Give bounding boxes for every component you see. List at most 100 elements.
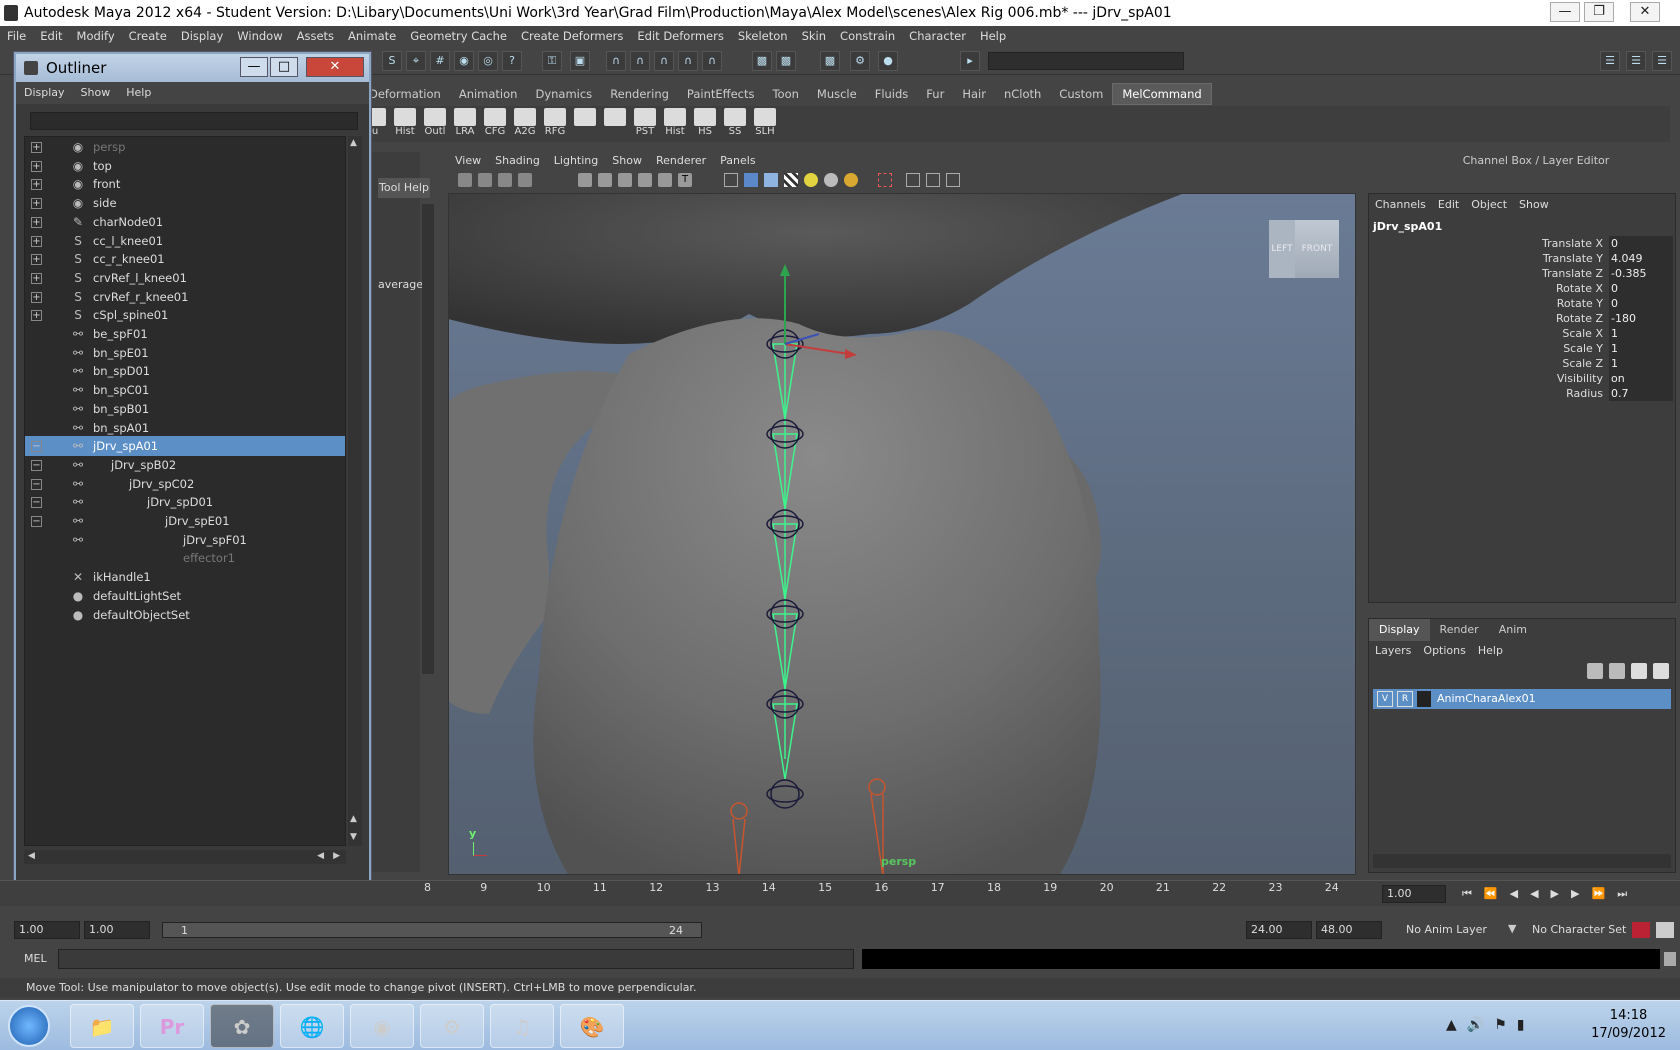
snap-live-icon[interactable]: ◎ [478,51,498,71]
layer-menu-options[interactable]: Options [1417,644,1471,657]
snap-grid-icon[interactable]: # [430,51,450,71]
chrome-taskbar-icon[interactable]: ◉ [350,1004,414,1048]
channel-menu-object[interactable]: Object [1465,198,1513,211]
shelf-button-5[interactable]: A2G [510,106,540,140]
channel-row[interactable]: Translate Y 4.049 [1369,251,1675,267]
outliner-item[interactable]: ⚯ be_spF01 [25,324,345,344]
expand-plus-icon[interactable]: + [31,272,42,284]
layer-tab-display[interactable]: Display [1369,619,1430,641]
start-time-field[interactable]: 1.00 [14,921,80,939]
channel-value[interactable]: 1 [1609,356,1673,371]
channel-menu-channels[interactable]: Channels [1369,198,1432,211]
step-back-key-icon[interactable]: ◀ [1510,887,1530,900]
outliner-item[interactable]: − ⚯ jDrv_spD01 [25,492,345,512]
outliner-item[interactable]: ⚯ bn_spD01 [25,361,345,381]
menu-create-deformers[interactable]: Create Deformers [514,26,630,47]
menu-skin[interactable]: Skin [795,26,833,47]
channel-value[interactable]: 0 [1609,296,1673,311]
snap-curve-icon[interactable]: S [382,51,402,71]
outliner-item[interactable]: + ◉ persp [25,137,345,157]
layer-menu-layers[interactable]: Layers [1369,644,1417,657]
anim-layer-dropdown[interactable]: No Anim Layer [1406,923,1487,936]
step-forward-icon[interactable]: ⏩ [1591,887,1617,900]
ipr-render-icon[interactable]: ▩ [820,51,840,71]
layer-row[interactable]: V R AnimCharaAlex01 [1373,689,1671,709]
channel-row[interactable]: Visibility on [1369,371,1675,387]
minimize-button[interactable]: — [1550,2,1580,22]
channel-row[interactable]: Scale X 1 [1369,326,1675,342]
scroll-down-icon[interactable]: ▼ [350,832,357,842]
channel-row[interactable]: Translate X 0 [1369,236,1675,252]
expand-plus-icon[interactable]: + [31,235,42,247]
3d-viewport[interactable]: LEFT FRONT y persp [448,193,1356,875]
shelf-tab-hair[interactable]: Hair [953,84,995,104]
layer-move-up-icon[interactable] [1631,663,1647,679]
camera-select-icon[interactable] [458,173,472,187]
shelf-tab-fur[interactable]: Fur [917,84,953,104]
shelf-button-4[interactable]: CFG [480,106,510,140]
step-forward-key-icon[interactable]: ▶ [1571,887,1591,900]
shelf-tab-toon[interactable]: Toon [763,84,807,104]
character-set-dropdown[interactable]: No Character Set [1532,923,1626,936]
shelf-button-8[interactable] [600,106,630,140]
menu-assets[interactable]: Assets [290,26,341,47]
layer-visibility-toggle[interactable]: V [1377,691,1393,707]
new-layer-icon[interactable] [1587,663,1603,679]
range-slider[interactable]: 1 24 [162,922,702,938]
xray-joints-icon[interactable] [926,173,940,187]
menu-display[interactable]: Display [174,26,230,47]
expand-plus-icon[interactable]: + [31,291,42,303]
close-button[interactable]: ✕ [1630,2,1660,22]
magnet4-icon[interactable]: ∩ [678,51,698,71]
tool-help-button[interactable]: Tool Help [378,178,430,198]
maximize-button[interactable]: ❐ [1584,2,1614,22]
all-lights-icon[interactable] [824,173,838,187]
itunes-taskbar-icon[interactable]: ♫ [490,1004,554,1048]
network-icon[interactable]: ▮ [1517,1017,1535,1033]
bookmark-icon[interactable] [498,173,512,187]
field-chart-icon[interactable] [658,173,672,187]
collapse-minus-icon[interactable]: − [31,459,42,471]
view-cube-left-face[interactable]: LEFT [1269,220,1295,278]
scroll-up-icon-2[interactable]: ▲ [350,814,357,824]
shadows-icon[interactable] [844,173,858,187]
expand-plus-icon[interactable]: + [31,198,42,210]
channel-menu-edit[interactable]: Edit [1432,198,1465,211]
layer-reference-toggle[interactable]: R [1397,691,1413,707]
channel-value[interactable]: 0.7 [1609,386,1673,401]
channel-row[interactable]: Rotate Y 0 [1369,296,1675,312]
menu-edit[interactable]: Edit [33,26,69,47]
shelf-tab-deformation[interactable]: Deformation [360,84,450,104]
history-icon[interactable]: ▣ [570,51,590,71]
camera-attr-icon[interactable] [478,173,492,187]
viewport-menu-view[interactable]: View [448,152,488,170]
resolution-gate-icon[interactable] [618,173,632,187]
menu-constrain[interactable]: Constrain [833,26,902,47]
layer-name[interactable]: AnimCharaAlex01 [1437,689,1536,709]
channel-value[interactable]: on [1609,371,1673,386]
render-view-icon[interactable]: ▩ [776,51,796,71]
outliner-item[interactable]: − ⚯ jDrv_spC02 [25,474,345,494]
start-button[interactable] [8,1005,50,1047]
outliner-item[interactable]: ● defaultObjectSet [25,605,345,625]
shelf-button-6[interactable]: RFG [540,106,570,140]
menu-help[interactable]: Help [973,26,1013,47]
go-to-end-icon[interactable]: ⏭ [1617,887,1639,900]
expand-plus-icon[interactable]: + [31,310,42,322]
isolate-select-icon[interactable] [878,173,892,187]
mel-input[interactable] [58,949,854,969]
collapse-minus-icon[interactable]: − [31,441,42,453]
outliner-item[interactable]: + ScrvRef_l_knee01 [25,268,345,288]
expand-plus-icon[interactable]: + [31,142,42,153]
go-to-start-icon[interactable]: ⏮ [1462,887,1484,900]
shelf-button-9[interactable]: PST [630,106,660,140]
shelf-tab-melcommand[interactable]: MelCommand [1112,83,1212,105]
outliner-maximize-button[interactable]: □ [270,57,298,77]
menu-character[interactable]: Character [902,26,973,47]
menu-skeleton[interactable]: Skeleton [731,26,795,47]
collapse-minus-icon[interactable]: − [31,478,42,490]
outliner-item[interactable]: + ✎ charNode01 [25,212,345,232]
view-cube[interactable]: LEFT FRONT [1269,220,1339,278]
shelf-tab-rendering[interactable]: Rendering [601,84,678,104]
shelf-button-13[interactable]: SLH [750,106,780,140]
